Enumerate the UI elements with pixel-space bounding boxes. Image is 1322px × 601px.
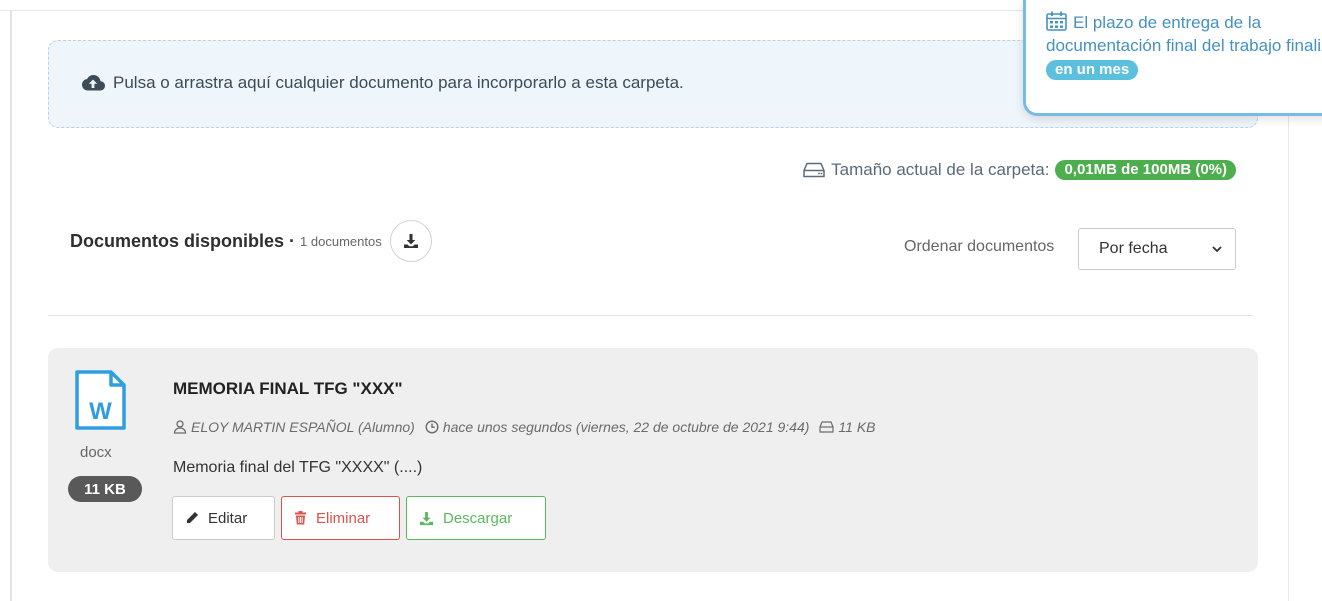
calendar-icon bbox=[1046, 11, 1067, 31]
chevron-down-icon bbox=[1212, 246, 1222, 253]
svg-text:W: W bbox=[89, 398, 112, 425]
document-actions: Editar Eliminar Descargar bbox=[172, 496, 552, 540]
hard-drive-icon bbox=[803, 162, 825, 178]
documents-count: 1 documentos bbox=[300, 233, 382, 249]
section-divider bbox=[48, 315, 1253, 316]
cloud-upload-icon bbox=[82, 75, 105, 91]
document-title[interactable]: MEMORIA FINAL TFG "XXX" bbox=[173, 379, 403, 399]
trash-icon bbox=[295, 511, 306, 525]
download-icon bbox=[419, 511, 434, 525]
file-extension: docx bbox=[80, 444, 112, 461]
document-meta: ELOY MARTIN ESPAÑOL (Alumno) hace unos s… bbox=[173, 419, 876, 435]
document-card: W docx 11 KB MEMORIA FINAL TFG "XXX" ELO… bbox=[48, 348, 1258, 572]
pencil-icon bbox=[187, 512, 198, 523]
document-time: hace unos segundos (viernes, 22 de octub… bbox=[442, 419, 810, 435]
documents-header: Documentos disponibles · 1 documentos bbox=[70, 220, 432, 262]
documents-separator: · bbox=[289, 230, 296, 251]
hard-drive-icon bbox=[819, 421, 835, 433]
delete-button[interactable]: Eliminar bbox=[281, 496, 400, 540]
folder-size-badge: 0,01MB de 100MB (0%) bbox=[1055, 160, 1236, 180]
deadline-notice: El plazo de entrega de la documentación … bbox=[1023, 0, 1322, 116]
delete-button-label: Eliminar bbox=[316, 509, 371, 527]
download-button-label: Descargar bbox=[443, 509, 513, 527]
sort-label: Ordenar documentos bbox=[904, 238, 1055, 255]
documents-title: Documentos disponibles bbox=[70, 230, 285, 251]
download-icon bbox=[403, 234, 418, 248]
document-size: 11 KB bbox=[838, 419, 876, 435]
sort-selected-value: Por fecha bbox=[1099, 240, 1168, 257]
edit-button-label: Editar bbox=[208, 509, 248, 527]
edit-button[interactable]: Editar bbox=[172, 496, 275, 540]
word-file-icon: W bbox=[75, 370, 126, 430]
download-button[interactable]: Descargar bbox=[406, 496, 546, 540]
sort-select[interactable]: Por fecha bbox=[1078, 228, 1236, 270]
folder-size-label: Tamaño actual de la carpeta: bbox=[831, 160, 1050, 179]
document-author: ELOY MARTIN ESPAÑOL (Alumno) bbox=[191, 419, 415, 435]
file-size-badge: 11 KB bbox=[68, 476, 142, 502]
user-icon bbox=[173, 420, 187, 434]
clock-icon bbox=[425, 420, 439, 434]
deadline-text: El plazo de entrega de la documentación … bbox=[1046, 13, 1322, 55]
left-border bbox=[10, 11, 12, 601]
download-all-button[interactable] bbox=[389, 220, 432, 262]
folder-size-row: Tamaño actual de la carpeta: 0,01MB de 1… bbox=[803, 160, 1236, 180]
dropzone-text: Pulsa o arrastra aquí cualquier document… bbox=[113, 73, 684, 92]
deadline-badge: en un mes bbox=[1046, 60, 1139, 80]
document-description: Memoria final del TFG "XXXX" (....) bbox=[173, 459, 423, 476]
